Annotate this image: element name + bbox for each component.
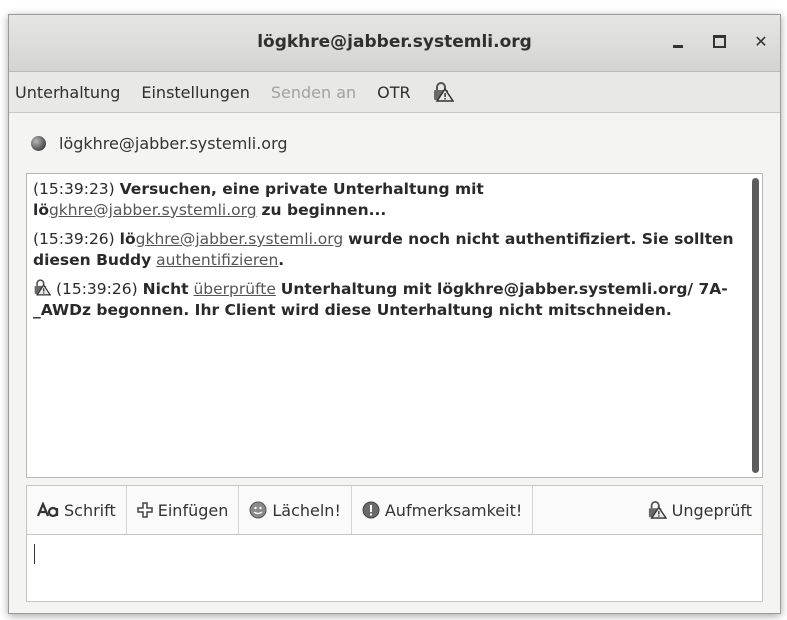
message-prefix: lö [119, 230, 136, 248]
status-dot-icon [31, 135, 46, 151]
title-bar[interactable]: lögkhre@jabber.systemli.org ✕ [9, 15, 780, 72]
buddy-link[interactable]: gkhre@jabber.systemli.org [136, 230, 344, 248]
unverified-lock-icon [34, 279, 52, 296]
menu-settings[interactable]: Einstellungen [131, 83, 260, 102]
font-icon [37, 502, 59, 518]
unverified-button[interactable]: Ungeprüft [637, 486, 762, 534]
attention-icon [362, 501, 380, 519]
unverified-link[interactable]: überprüfte [193, 280, 275, 298]
close-button[interactable]: ✕ [748, 28, 774, 54]
message-prefix: lö [33, 201, 49, 219]
message-text-end: . [278, 251, 285, 269]
plus-icon [137, 502, 153, 518]
unverified-label: Ungeprüft [671, 500, 752, 520]
message-text: Versuchen, eine private Unterhaltung mit [119, 180, 484, 198]
unverified-lock-icon [433, 82, 455, 102]
unverified-lock-icon [647, 501, 667, 519]
message-text-end: Unterhaltung mit lögkhre@jabber.systemli… [33, 280, 728, 319]
message-time: (15:39:26) [55, 280, 138, 298]
chat-window: lögkhre@jabber.systemli.org ✕ Unterhaltu… [8, 14, 781, 614]
buddy-header: lögkhre@jabber.systemli.org [31, 130, 288, 156]
message-text-end: zu beginnen... [261, 201, 387, 219]
maximize-icon [712, 34, 726, 48]
attention-button[interactable]: Aufmerksamkeit! [352, 486, 534, 534]
message-text: Nicht [142, 280, 189, 298]
minimize-button[interactable] [665, 28, 691, 54]
maximize-button[interactable] [706, 28, 732, 54]
message-time: (15:39:23) [33, 180, 115, 198]
message-time: (15:39:26) [33, 230, 115, 248]
font-button[interactable]: Schrift [27, 486, 127, 534]
message-input[interactable] [26, 534, 763, 602]
menu-bar: Unterhaltung Einstellungen Senden an OTR [9, 72, 780, 113]
font-label: Schrift [64, 500, 116, 520]
authenticate-link[interactable]: authentifizieren [156, 251, 278, 269]
otr-status-button[interactable] [422, 82, 465, 103]
attention-label: Aufmerksamkeit! [384, 500, 523, 520]
buddy-link[interactable]: gkhre@jabber.systemli.org [49, 201, 257, 219]
text-caret [34, 544, 35, 564]
menu-conversation[interactable]: Unterhaltung [9, 83, 131, 102]
close-icon: ✕ [754, 31, 768, 51]
smiley-icon [249, 501, 267, 519]
insert-label: Einfügen [157, 500, 229, 520]
conversation-history[interactable]: (15:39:23) Versuchen, eine private Unter… [26, 173, 763, 478]
menu-otr[interactable]: OTR [367, 83, 421, 102]
format-toolbar: Schrift Einfügen Lächeln! Aufmerksamkeit… [26, 485, 763, 534]
insert-button[interactable]: Einfügen [127, 486, 240, 534]
smile-button[interactable]: Lächeln! [239, 486, 352, 534]
message-2: (15:39:26) lögkhre@jabber.systemli.org w… [33, 229, 742, 271]
buddy-name: lögkhre@jabber.systemli.org [59, 133, 288, 153]
history-scrollbar[interactable] [752, 178, 759, 473]
smile-label: Lächeln! [272, 500, 341, 520]
message-3: (15:39:26) Nicht überprüfte Unterhaltung… [33, 279, 742, 321]
message-1: (15:39:23) Versuchen, eine private Unter… [33, 179, 742, 221]
minimize-icon [673, 44, 683, 48]
menu-send-to[interactable]: Senden an [261, 83, 367, 102]
